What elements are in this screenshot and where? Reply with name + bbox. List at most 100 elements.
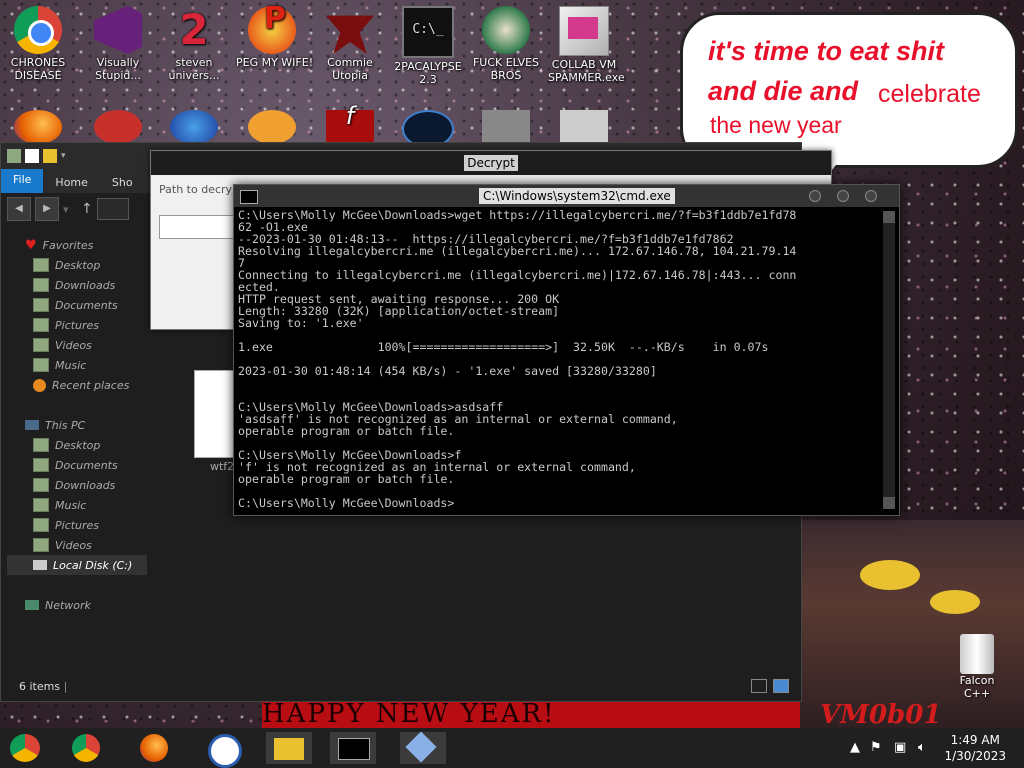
desktop-icon-firefox[interactable]: [2, 110, 74, 146]
peg-icon: P: [248, 4, 296, 54]
desktop-icon-angry-birds[interactable]: [82, 110, 154, 146]
sidebar-label: Downloads: [55, 278, 116, 292]
sidebar-item-downloads[interactable]: Downloads: [7, 275, 147, 295]
file-label: wtf2: [210, 460, 235, 473]
desktop-icon-peg[interactable]: P PEG MY WIFE!: [236, 4, 313, 70]
desktop-icon-peg-2[interactable]: [236, 110, 308, 146]
console-line: Resolving illegalcybercri.me (illegalcyb…: [238, 244, 797, 258]
console-line: operable program or batch file.: [238, 472, 455, 486]
tab-home[interactable]: Home: [43, 172, 99, 193]
desktop-icon-label: Commie Utopia: [327, 56, 373, 82]
window-title: C:\Windows\system32\cmd.exe: [479, 188, 675, 204]
taskbar-cmd[interactable]: [330, 732, 376, 764]
desktop-icon-commie-utopia[interactable]: Commie Utopia: [314, 6, 386, 82]
sidebar-item-music[interactable]: Music: [7, 355, 147, 375]
bubble-text-line: celebrate: [878, 80, 981, 108]
volume-icon[interactable]: 🔈︎: [918, 740, 926, 755]
folder-icon: [7, 149, 21, 163]
desktop-icon-collab-vm[interactable]: COLLAB VM SPAMMER.exe: [548, 6, 625, 84]
sidebar-item-pictures[interactable]: Pictures: [7, 315, 147, 335]
cmd-titlebar[interactable]: C:\Windows\system32\cmd.exe: [234, 185, 899, 207]
minimize-button[interactable]: [809, 190, 821, 202]
desktop-icon-flash[interactable]: f: [314, 104, 386, 146]
firefox-icon: [140, 734, 168, 762]
sidebar-network[interactable]: Network: [7, 595, 147, 615]
up-arrow-icon[interactable]: ↑: [81, 201, 93, 217]
desktop-icon-app[interactable]: [548, 110, 620, 146]
tab-file[interactable]: File: [1, 169, 44, 193]
sidebar-label: Music: [55, 358, 87, 372]
console-line: 2023-01-30 01:48:14 (454 KB/s) - '1.exe'…: [238, 364, 657, 378]
sidebar-this-pc[interactable]: This PC: [7, 415, 147, 435]
desktop-icon-recycle-bin[interactable]: Falcon C++: [946, 634, 1008, 700]
bird-icon: [94, 110, 142, 144]
desktop-icon-chrome[interactable]: CHRONES DISEASE: [2, 6, 74, 82]
flag-icon[interactable]: ⚑: [870, 740, 882, 755]
taskbar-decrypt[interactable]: [400, 731, 446, 764]
terminal-icon: [338, 738, 370, 760]
folder-icon: [33, 278, 49, 292]
tab-share[interactable]: Sho: [100, 172, 145, 193]
properties-icon[interactable]: [25, 149, 39, 163]
desktop-icon-windows[interactable]: [470, 110, 542, 146]
chrome-icon: [72, 734, 100, 762]
flash-icon: f: [326, 104, 374, 144]
sidebar-item-desktop[interactable]: Desktop: [7, 255, 147, 275]
network-icon[interactable]: ▣: [894, 740, 906, 755]
back-button[interactable]: ◀: [7, 197, 31, 221]
details-view-icon[interactable]: [751, 679, 767, 693]
close-button[interactable]: [865, 190, 877, 202]
show-hidden-icons[interactable]: ▲: [850, 740, 860, 755]
sidebar-item-documents[interactable]: Documents: [7, 455, 147, 475]
sidebar-item-music[interactable]: Music: [7, 495, 147, 515]
desktop-icon-gem[interactable]: [158, 110, 230, 146]
taskbar-chrome[interactable]: [64, 732, 110, 764]
address-bar[interactable]: [96, 198, 129, 220]
start-button[interactable]: [2, 732, 48, 764]
sidebar-label: Local Disk (C:): [53, 558, 133, 572]
cmd-window[interactable]: C:\Windows\system32\cmd.exe C:\Users\Mol…: [233, 184, 900, 516]
sidebar-item-pictures[interactable]: Pictures: [7, 515, 147, 535]
sidebar-item-desktop[interactable]: Desktop: [7, 435, 147, 455]
path-input[interactable]: [159, 215, 241, 239]
desktop-icon-steven-universe[interactable]: 2 steven univers...: [158, 6, 230, 83]
taskbar-explorer[interactable]: [266, 732, 312, 764]
sidebar-item-recent-places[interactable]: Recent places: [7, 375, 147, 395]
desktop-icon-2pacalypse[interactable]: C:\_ 2PACALYPSE 2.3: [392, 6, 464, 86]
scroll-down-arrow[interactable]: [883, 497, 895, 509]
chevron-down-icon[interactable]: ▾: [61, 151, 66, 161]
desktop-icon-elves[interactable]: FUCK ELVES BROS: [470, 6, 542, 82]
desktop-icon-label: steven univers...: [168, 56, 220, 82]
sidebar-item-downloads[interactable]: Downloads: [7, 475, 147, 495]
clock-time: 1:49 AM: [950, 733, 1000, 747]
taskbar-obama[interactable]: [200, 732, 246, 768]
console-output[interactable]: C:\Users\Molly McGee\Downloads>wget http…: [238, 209, 878, 511]
sidebar-item-local-disk[interactable]: Local Disk (C:): [7, 555, 147, 575]
folder-icon: [33, 438, 49, 452]
folder-icon: [33, 338, 49, 352]
decrypt-titlebar[interactable]: Decrypt: [151, 151, 831, 175]
gem-icon: [170, 110, 218, 144]
sidebar-favorites[interactable]: ♥ Favorites: [7, 235, 147, 255]
recent-locations-icon[interactable]: ▾: [63, 203, 77, 216]
maximize-button[interactable]: [837, 190, 849, 202]
sidebar-label: Network: [45, 598, 91, 612]
new-folder-icon[interactable]: [43, 149, 57, 163]
scrollbar[interactable]: [883, 211, 895, 509]
console-line: Connecting to illegalcybercri.me (illega…: [238, 268, 797, 282]
sidebar-item-videos[interactable]: Videos: [7, 335, 147, 355]
application-icon: [560, 110, 608, 144]
taskbar-firefox[interactable]: [132, 732, 178, 764]
forward-button[interactable]: ▶: [35, 197, 59, 221]
clock[interactable]: 1:49 AM 1/30/2023: [944, 732, 1006, 764]
folder-icon: [33, 458, 49, 472]
navigation-pane: ♥ Favorites Desktop Downloads Documents …: [7, 235, 147, 615]
console-line: operable program or batch file.: [238, 424, 455, 438]
sidebar-item-documents[interactable]: Documents: [7, 295, 147, 315]
sidebar-item-videos[interactable]: Videos: [7, 535, 147, 555]
scroll-up-arrow[interactable]: [883, 211, 895, 223]
desktop-icon-label: Falcon C++: [959, 674, 995, 700]
desktop-icon-visual-studio[interactable]: Visually Stupid...: [82, 6, 154, 82]
large-icons-view-icon[interactable]: [773, 679, 789, 693]
